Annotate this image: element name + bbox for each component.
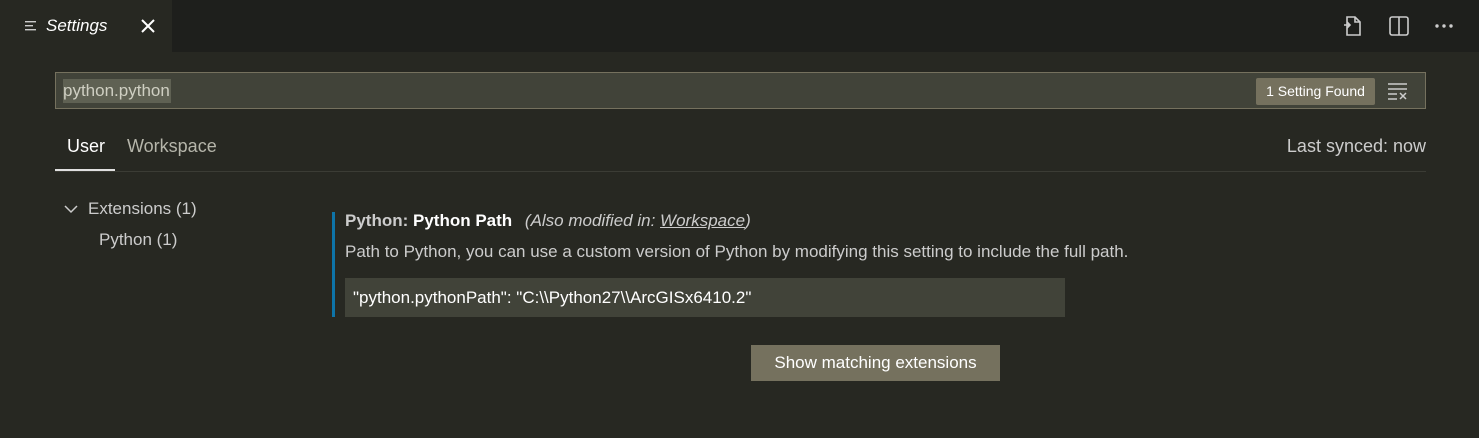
settings-list-icon — [24, 19, 38, 33]
clear-filter-icon[interactable] — [1387, 81, 1409, 101]
search-input[interactable]: python.python — [63, 79, 171, 103]
split-editor-icon[interactable] — [1387, 14, 1411, 38]
workspace-link[interactable]: Workspace — [660, 211, 745, 230]
setting-title: Python: Python Path (Also modified in: W… — [345, 211, 751, 231]
also-modified-suffix: ) — [745, 211, 751, 230]
settings-tab[interactable]: Settings — [0, 0, 172, 52]
show-matching-extensions-button[interactable]: Show matching extensions — [751, 345, 1000, 381]
setting-focus-bar — [332, 212, 335, 317]
editor-tab-bar: Settings — [0, 0, 1479, 52]
setting-name: Python Path — [413, 211, 513, 230]
close-icon[interactable] — [138, 16, 158, 36]
active-tab-indicator — [55, 169, 115, 171]
setting-category: Python: — [345, 211, 413, 230]
settings-scope-tabs: User Workspace Last synced: now — [55, 132, 1426, 172]
setting-value-field[interactable]: "python.pythonPath": "C:\\Python27\\ArcG… — [345, 278, 1065, 317]
setting-description: Path to Python, you can use a custom ver… — [345, 242, 1129, 261]
tab-title: Settings — [46, 16, 108, 35]
tab-workspace[interactable]: Workspace — [127, 136, 217, 157]
results-count-badge: 1 Setting Found — [1256, 78, 1375, 105]
more-actions-icon[interactable] — [1432, 14, 1456, 38]
also-modified-note: (Also modified in: Workspace) — [525, 211, 751, 230]
chevron-down-icon — [64, 205, 78, 214]
also-modified-prefix: (Also modified in: — [524, 211, 661, 230]
tab-user[interactable]: User — [67, 136, 105, 157]
sync-status: Last synced: now — [1286, 136, 1426, 156]
settings-search-box[interactable]: python.python 1 Setting Found — [55, 72, 1426, 109]
toc-item-python[interactable]: Python (1) — [99, 230, 177, 250]
open-settings-json-icon[interactable] — [1341, 14, 1365, 38]
toc-group-extensions[interactable]: Extensions (1) — [63, 199, 197, 219]
toc-group-label: Extensions (1) — [88, 199, 197, 218]
